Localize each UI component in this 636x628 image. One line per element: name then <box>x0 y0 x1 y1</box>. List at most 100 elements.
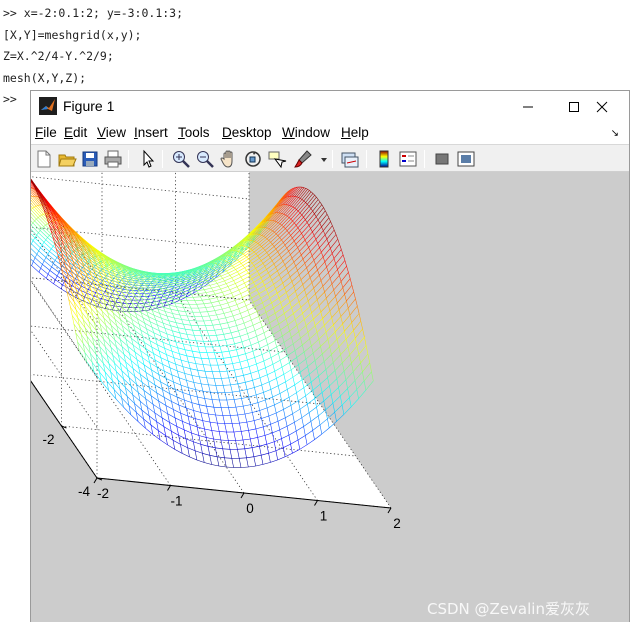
mesh-line <box>248 268 256 274</box>
mesh-line <box>296 325 299 332</box>
mesh-line <box>352 362 361 372</box>
mesh-line <box>302 258 306 264</box>
mesh-line <box>353 330 356 339</box>
mesh-line <box>285 343 294 350</box>
brush-dropdown-icon[interactable] <box>314 149 327 169</box>
mesh-line <box>332 403 335 413</box>
minimize-button[interactable] <box>505 91 551 122</box>
mesh-line <box>331 283 334 291</box>
mesh-line <box>340 396 343 406</box>
close-button[interactable] <box>579 91 625 122</box>
command-line: [X,Y]=meshgrid(x,y); <box>3 27 142 42</box>
mesh-line <box>304 263 307 268</box>
mesh-line <box>314 325 318 333</box>
mesh-line <box>278 292 287 299</box>
menu-window[interactable]: Window <box>282 124 330 142</box>
mesh-line <box>271 323 279 329</box>
mesh-line <box>340 272 349 282</box>
zoom-out-icon[interactable] <box>195 149 215 169</box>
mesh-line <box>288 251 291 255</box>
title-bar[interactable]: Figure 1 <box>31 91 629 122</box>
mesh-line <box>288 217 291 220</box>
mesh-line <box>306 287 314 296</box>
mesh-line <box>277 270 280 275</box>
mesh-line <box>299 251 302 256</box>
mesh-line <box>326 214 330 218</box>
mesh-line <box>360 321 363 330</box>
menu-overflow-icon[interactable]: ↘ <box>611 128 619 139</box>
mesh-line <box>289 296 298 303</box>
pan-icon[interactable] <box>219 149 239 169</box>
mesh-line <box>303 187 306 189</box>
mesh-line <box>253 265 256 269</box>
mesh-line <box>300 366 308 373</box>
zoom-in-icon[interactable] <box>171 149 191 169</box>
mesh-line <box>342 354 350 364</box>
mesh-line <box>319 266 327 276</box>
menu-file[interactable]: File <box>35 124 57 142</box>
mesh-line <box>302 313 305 320</box>
new-figure-icon[interactable] <box>34 149 54 169</box>
mesh-line <box>303 200 306 203</box>
mesh-line <box>328 243 331 249</box>
mesh-line <box>321 252 324 257</box>
mesh-line <box>338 346 341 355</box>
mesh-line <box>317 210 326 221</box>
menu-edit[interactable]: Edit <box>64 124 87 142</box>
mesh-line <box>305 202 308 205</box>
tick-mark <box>167 485 171 491</box>
mesh-line <box>298 364 301 373</box>
mesh-line <box>304 312 312 320</box>
mesh-line <box>338 338 347 348</box>
mesh-line <box>251 263 255 266</box>
mesh-line <box>314 204 323 214</box>
mesh-line <box>279 237 282 241</box>
mesh-line <box>260 272 269 279</box>
show-plot-tools-icon[interactable] <box>456 149 476 169</box>
mesh-line <box>347 307 351 316</box>
mesh-line <box>332 362 336 371</box>
colorbar-icon[interactable] <box>374 149 394 169</box>
hide-plot-tools-icon[interactable] <box>432 149 452 169</box>
mesh-line <box>293 254 302 263</box>
mesh-line <box>260 277 263 282</box>
mesh-line <box>297 227 300 231</box>
mesh-line <box>269 270 278 277</box>
mesh-line <box>274 199 283 209</box>
menu-tools[interactable]: Tools <box>178 124 210 142</box>
mesh-line <box>319 201 323 205</box>
mesh-line <box>308 225 311 229</box>
open-file-icon[interactable] <box>57 149 77 169</box>
print-icon[interactable] <box>103 149 123 169</box>
mesh-line <box>317 243 320 248</box>
menu-view[interactable]: View <box>97 124 126 142</box>
edit-plot-icon[interactable] <box>138 149 158 169</box>
rotate-3d-icon[interactable] <box>243 149 263 169</box>
mesh-line <box>325 402 334 411</box>
mesh-plot[interactable]: 10.50-0.5-1-2-1012-4-2024 <box>31 172 629 622</box>
mesh-line <box>332 225 335 231</box>
link-plot-icon[interactable] <box>340 149 360 169</box>
mesh-line <box>315 286 323 294</box>
mesh-line <box>282 254 291 262</box>
mesh-line <box>291 281 294 287</box>
brush-icon[interactable] <box>293 149 313 169</box>
mesh-line <box>350 398 359 407</box>
mesh-line <box>287 324 290 332</box>
mesh-line <box>314 213 317 217</box>
mesh-line <box>305 359 308 367</box>
plot-area[interactable]: 10.50-0.5-1-2-1012-4-2024 <box>31 172 629 622</box>
menu-help[interactable]: Help <box>341 124 369 142</box>
mesh-line <box>260 298 263 303</box>
data-cursor-icon[interactable] <box>267 149 287 169</box>
mesh-line <box>298 325 307 332</box>
menu-insert[interactable]: Insert <box>134 124 168 142</box>
save-icon[interactable] <box>80 149 100 169</box>
mesh-line <box>345 371 354 380</box>
mesh-line <box>282 276 291 284</box>
mesh-line <box>282 302 291 309</box>
legend-icon[interactable] <box>398 149 418 169</box>
menu-desktop[interactable]: Desktop <box>222 124 272 142</box>
mesh-line <box>261 240 269 247</box>
mesh-line <box>321 392 325 402</box>
